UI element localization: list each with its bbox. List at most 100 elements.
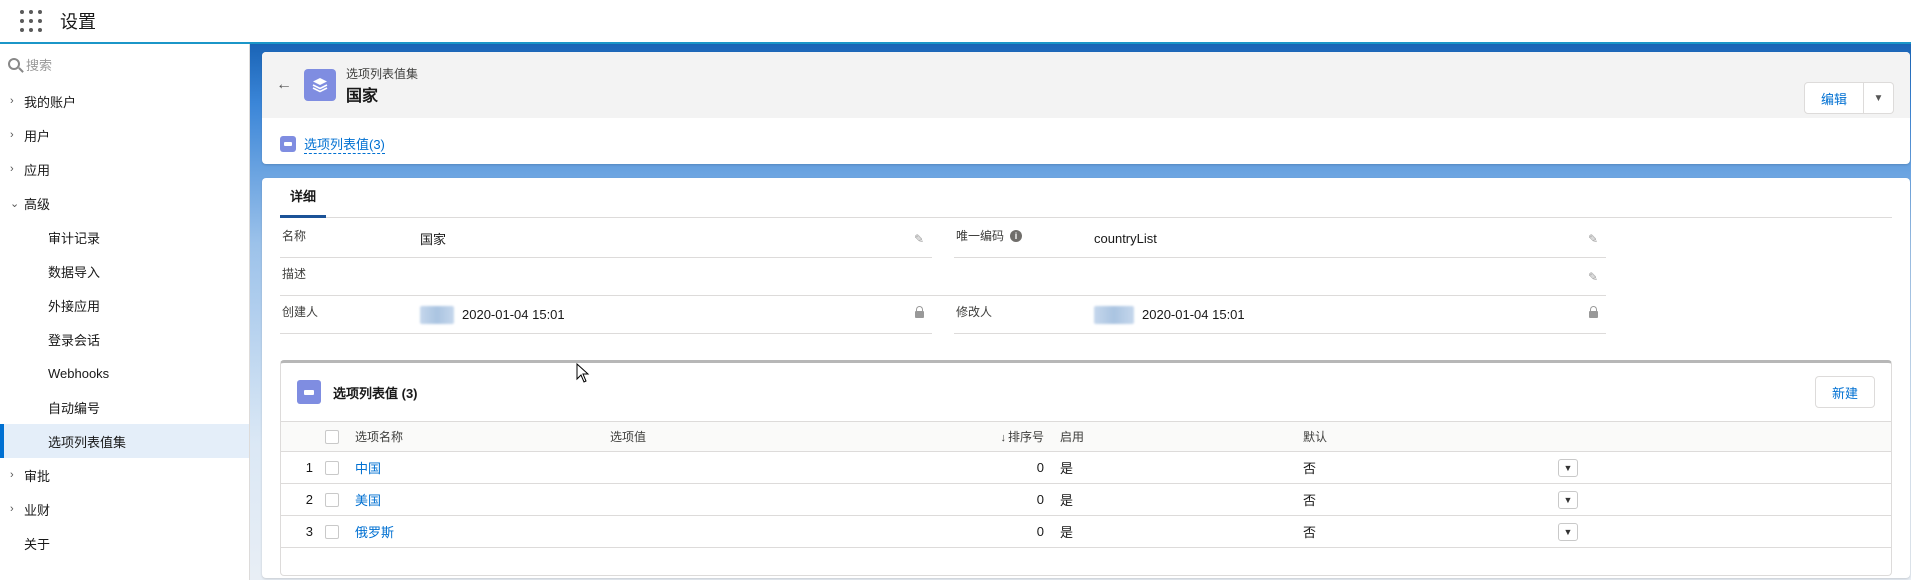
picklist-icon — [297, 380, 321, 404]
object-type-label: 选项列表值集 — [346, 66, 419, 81]
sidebar-item-label: 关于 — [24, 536, 51, 552]
sidebar-item-picklist-value-sets[interactable]: 选项列表值集 — [0, 424, 249, 458]
row-value — [610, 483, 990, 516]
table-row: 1 中国 0 是 否 ▼ — [281, 451, 1891, 484]
row-default: 否 — [1303, 515, 1558, 548]
pencil-icon[interactable]: ✎ — [1588, 270, 1598, 284]
related-list-link[interactable]: 选项列表值(3) — [304, 134, 385, 154]
field-unique-code: 唯一编码 i countryList ✎ — [954, 220, 1606, 258]
field-label: 创建人 — [282, 305, 319, 319]
chevron-down-icon: ⌄ — [10, 197, 20, 210]
sidebar-item-label: 高级 — [24, 196, 51, 212]
row-value — [610, 515, 990, 548]
sidebar-item-label: 应用 — [24, 162, 51, 178]
picklist-values-table: 选项名称 选项值 ↓ 排序号 启用 默认 1 中国 0 是 否 ▼ 2 美国 0… — [281, 421, 1891, 548]
field-modified-by: 修改人 2020-01-04 15:01 — [954, 296, 1606, 334]
column-header-value[interactable]: 选项值 — [610, 421, 990, 452]
record-title: 国家 — [346, 87, 379, 105]
lock-icon — [1589, 306, 1598, 320]
field-label: 描述 — [282, 267, 307, 281]
sidebar-item-finance[interactable]: › 业财 — [0, 492, 249, 526]
app-launcher-icon[interactable] — [20, 10, 42, 32]
sidebar-item-label: 自动编号 — [48, 400, 101, 416]
row-checkbox[interactable] — [325, 525, 339, 540]
sidebar-item-my-account[interactable]: › 我的账户 — [0, 84, 249, 118]
row-actions-button[interactable]: ▼ — [1558, 458, 1578, 477]
sidebar-item-approval[interactable]: › 审批 — [0, 458, 249, 492]
sidebar-item-external-apps[interactable]: 外接应用 — [0, 288, 249, 322]
pencil-icon[interactable]: ✎ — [914, 232, 924, 246]
row-checkbox[interactable] — [325, 461, 339, 476]
field-label-wrap: 唯一编码 i — [954, 227, 1094, 244]
column-header-sort[interactable]: ↓ 排序号 — [990, 421, 1048, 452]
pencil-icon[interactable]: ✎ — [1588, 232, 1598, 246]
sidebar-item-data-import[interactable]: 数据导入 — [0, 254, 249, 288]
sidebar-item-auto-number[interactable]: 自动编号 — [0, 390, 249, 424]
table-header-row: 选项名称 选项值 ↓ 排序号 启用 默认 — [281, 421, 1891, 452]
avatar — [420, 305, 454, 324]
column-header-default[interactable]: 默认 — [1303, 421, 1558, 452]
chevron-right-icon: › — [10, 163, 14, 175]
header-actions: 编辑 ▼ — [1804, 82, 1894, 114]
picklist-icon — [280, 136, 296, 152]
sidebar-item-label: 选项列表值集 — [48, 434, 127, 450]
layers-icon — [304, 69, 336, 101]
back-arrow-icon[interactable]: ← — [276, 76, 292, 94]
row-number: 2 — [281, 483, 325, 516]
sidebar-item-label: 审批 — [24, 468, 51, 484]
caret-down-icon: ▼ — [1873, 92, 1884, 104]
app-title: 设置 — [60, 12, 96, 32]
sidebar-item-webhooks[interactable]: Webhooks — [0, 356, 249, 390]
more-actions-button[interactable]: ▼ — [1864, 82, 1894, 114]
field-description: 描述 ✎ — [280, 258, 1606, 296]
column-header-enabled[interactable]: 启用 — [1048, 421, 1303, 452]
new-button[interactable]: 新建 — [1815, 376, 1875, 408]
row-name-link[interactable]: 俄罗斯 — [355, 525, 394, 540]
sidebar-item-audit-log[interactable]: 审计记录 — [0, 220, 249, 254]
sidebar-item-label: 业财 — [24, 502, 51, 518]
sidebar-item-login-sessions[interactable]: 登录会话 — [0, 322, 249, 356]
row-name-link[interactable]: 中国 — [355, 461, 381, 476]
row-name-link[interactable]: 美国 — [355, 493, 381, 508]
related-list-header: 选项列表值 (3) 新建 — [281, 363, 1891, 421]
sidebar-item-label: 用户 — [24, 128, 51, 144]
select-all-checkbox[interactable] — [325, 429, 339, 444]
field-label: 修改人 — [956, 305, 993, 319]
sidebar: 搜索 › 我的账户 › 用户 › 应用 ⌄ 高级 审计记录 数据导入 外接应用 … — [0, 44, 250, 580]
row-default: 否 — [1303, 451, 1558, 484]
main-content: ← 选项列表值集 国家 编辑 ▼ 选项列表值(3) 详细 名称 国家 ✎ 唯一编… — [250, 44, 1911, 580]
row-sort: 0 — [990, 483, 1048, 516]
column-header-name[interactable]: 选项名称 — [355, 421, 610, 452]
chevron-right-icon: › — [10, 129, 14, 141]
sidebar-search[interactable]: 搜索 — [0, 44, 249, 84]
field-created-by: 创建人 2020-01-04 15:01 — [280, 296, 932, 334]
edit-button[interactable]: 编辑 — [1804, 82, 1864, 114]
tab-details[interactable]: 详细 — [280, 186, 327, 218]
row-actions-button[interactable]: ▼ — [1558, 522, 1578, 541]
sidebar-item-about[interactable]: 关于 — [0, 526, 249, 560]
row-sort: 0 — [990, 515, 1048, 548]
field-name: 名称 国家 ✎ — [280, 220, 932, 258]
row-checkbox[interactable] — [325, 493, 339, 508]
search-icon — [8, 58, 20, 70]
row-actions-button[interactable]: ▼ — [1558, 490, 1578, 509]
info-icon[interactable]: i — [1010, 229, 1023, 242]
top-bar: 设置 — [0, 0, 1911, 44]
sidebar-item-label: 数据导入 — [48, 264, 101, 280]
modified-date: 2020-01-04 15:01 — [1142, 307, 1245, 322]
search-placeholder: 搜索 — [26, 57, 53, 73]
chevron-right-icon: › — [10, 469, 14, 481]
lock-icon — [915, 306, 924, 320]
sidebar-item-advanced[interactable]: ⌄ 高级 — [0, 186, 249, 220]
table-row: 2 美国 0 是 否 ▼ — [281, 483, 1891, 516]
mouse-cursor-icon — [576, 363, 590, 383]
detail-card: 详细 名称 国家 ✎ 唯一编码 i countryList ✎ 描述 ✎ 创建人 — [262, 178, 1910, 578]
avatar — [1094, 305, 1134, 324]
row-value — [610, 451, 990, 484]
sidebar-item-users[interactable]: › 用户 — [0, 118, 249, 152]
row-sort: 0 — [990, 451, 1048, 484]
sidebar-item-apps[interactable]: › 应用 — [0, 152, 249, 186]
chevron-right-icon: › — [10, 95, 14, 107]
related-list-title: 选项列表值 (3) — [333, 385, 418, 401]
related-quick-link: 选项列表值(3) — [280, 134, 385, 154]
